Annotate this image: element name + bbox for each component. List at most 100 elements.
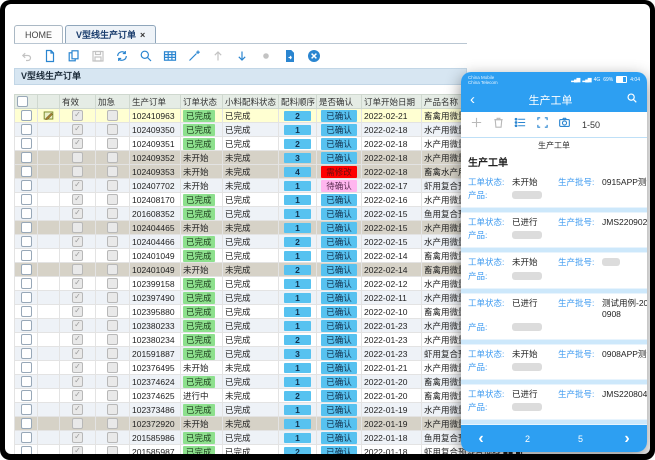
work-order-item[interactable]: 工单状态:已进行生产批号:测试用例-20220908产品: bbox=[461, 294, 647, 339]
row-checkbox[interactable] bbox=[21, 390, 32, 401]
row-checkbox[interactable] bbox=[21, 334, 32, 345]
row-checkbox[interactable] bbox=[21, 320, 32, 331]
valid-checkbox bbox=[72, 446, 83, 454]
row-checkbox[interactable] bbox=[21, 236, 32, 247]
close-circle-icon[interactable] bbox=[306, 49, 321, 64]
table-row[interactable]: 102374625进行中未完成2已确认2022-01-20畜禽用微量元素预混合饲… bbox=[15, 389, 523, 403]
batch-seq: 1 bbox=[279, 417, 317, 431]
table-row[interactable]: 201585987已完成已完成2已确认2022-01-18虾用复合预混合饲料 ■… bbox=[15, 445, 523, 455]
row-checkbox[interactable] bbox=[21, 446, 32, 454]
table-row[interactable]: 102409353未开始未完成4需修改2022-02-18畜禽水产用微量元素预混… bbox=[15, 165, 523, 179]
list-icon[interactable] bbox=[514, 116, 527, 134]
table-row[interactable]: 102407702未开始未完成1待确认2022-02-17虾用复合预混合饲料6号… bbox=[15, 179, 523, 193]
mobile-search-icon[interactable] bbox=[626, 91, 638, 109]
page-total[interactable]: 5 bbox=[554, 434, 607, 444]
column-header-5[interactable]: 小料配料状态 bbox=[223, 95, 279, 109]
urgent-checkbox bbox=[107, 348, 118, 359]
urgent-checkbox bbox=[107, 418, 118, 429]
plus-icon[interactable] bbox=[470, 116, 483, 134]
table-row[interactable]: 102374624已完成已完成1已确认2022-01-20畜禽用微量元素预混合饲… bbox=[15, 375, 523, 389]
table-row[interactable]: 201608352已完成已完成1已确认2022-02-15鱼用复合预混合饲料 ■… bbox=[15, 207, 523, 221]
column-header-4[interactable]: 订单状态 bbox=[181, 95, 223, 109]
row-checkbox[interactable] bbox=[21, 166, 32, 177]
table-row[interactable]: 102401049未开始未完成2已确认2022-02-14畜禽用微量元素预混合饲… bbox=[15, 263, 523, 277]
row-checkbox[interactable] bbox=[21, 376, 32, 387]
row-checkbox[interactable] bbox=[21, 250, 32, 261]
camera-icon[interactable] bbox=[558, 116, 571, 134]
confirm-status: 已确认 bbox=[317, 137, 362, 151]
table-row[interactable]: 102404465未开始未完成1已确认2022-02-15水产用微量元素预混合饲… bbox=[15, 221, 523, 235]
column-header-6[interactable]: 配料顺序 bbox=[279, 95, 317, 109]
filter-wand-icon[interactable] bbox=[186, 49, 201, 64]
row-checkbox[interactable] bbox=[21, 194, 32, 205]
work-order-list: 工单状态:未开始生产批号:0915APP测试产品: 工单状态:已进行生产批号:JM… bbox=[461, 173, 647, 441]
row-checkbox[interactable] bbox=[21, 278, 32, 289]
row-checkbox[interactable] bbox=[21, 362, 32, 373]
table-row[interactable]: 102395880已完成已完成1已确认2022-02-10畜禽用微量元素预混合饲… bbox=[15, 305, 523, 319]
scan-icon[interactable] bbox=[536, 116, 549, 134]
column-header-8[interactable]: 订单开始日期 bbox=[362, 95, 422, 109]
page-prev-icon[interactable]: ‹ bbox=[461, 430, 501, 448]
page-next-icon[interactable]: › bbox=[607, 430, 647, 448]
table-row[interactable]: 102380233已完成已完成1已确认2022-01-23水产用微量元素预混合饲… bbox=[15, 319, 523, 333]
table-row[interactable]: 102380234已完成已完成2已确认2022-01-23水产用微量元素预混合饲… bbox=[15, 333, 523, 347]
row-checkbox[interactable] bbox=[21, 348, 32, 359]
table-row[interactable]: 102397490已完成已完成1已确认2022-02-11水产用微量元素预混合饲… bbox=[15, 291, 523, 305]
blurred-product bbox=[512, 403, 542, 411]
trash-icon[interactable] bbox=[492, 116, 505, 134]
row-checkbox[interactable] bbox=[21, 110, 32, 121]
grid-icon[interactable] bbox=[162, 49, 177, 64]
row-checkbox[interactable] bbox=[21, 432, 32, 443]
page-current[interactable]: 2 bbox=[501, 434, 554, 444]
edit-row-icon[interactable] bbox=[43, 110, 54, 120]
tab-home[interactable]: HOME bbox=[14, 25, 63, 43]
order-status: 未开始 bbox=[181, 221, 223, 235]
column-header-1[interactable]: 有效 bbox=[60, 95, 96, 109]
confirm-status: 已确认 bbox=[317, 319, 362, 333]
select-all-checkbox[interactable] bbox=[17, 96, 28, 107]
new-doc-icon[interactable] bbox=[42, 49, 57, 64]
table-row[interactable]: 102409351已完成已完成2已确认2022-02-18水产用微量元素预混合饲… bbox=[15, 137, 523, 151]
row-checkbox[interactable] bbox=[21, 208, 32, 219]
work-order-item[interactable]: 工单状态:未开始生产批号:0915APP测试产品: bbox=[461, 173, 647, 207]
column-header-3[interactable]: 生产订单 bbox=[130, 95, 181, 109]
table-row[interactable]: 102409350已完成已完成1已确认2022-02-18水产用微量元素预混合饲… bbox=[15, 123, 523, 137]
copy-icon[interactable] bbox=[66, 49, 81, 64]
tab-close-icon[interactable]: × bbox=[140, 30, 145, 40]
work-order-item[interactable]: 工单状态:已进行生产批号:JMS220804产品: bbox=[461, 385, 647, 419]
refresh-icon[interactable] bbox=[114, 49, 129, 64]
work-order-item[interactable]: 工单状态:已进行生产批号:JMS220902产品: bbox=[461, 213, 647, 247]
row-checkbox[interactable] bbox=[21, 418, 32, 429]
urgent-checkbox bbox=[107, 334, 118, 345]
confirm-status: 已确认 bbox=[317, 207, 362, 221]
row-checkbox[interactable] bbox=[21, 292, 32, 303]
export-doc-icon[interactable] bbox=[282, 49, 297, 64]
row-checkbox[interactable] bbox=[21, 152, 32, 163]
table-row[interactable]: 102401049已完成已完成1已确认2022-02-14畜禽用微量元素预混合饲… bbox=[15, 249, 523, 263]
mobile-nav-bar: ‹ 生产工单 bbox=[461, 87, 647, 112]
table-row[interactable]: 102404466已完成已完成2已确认2022-02-15水产用微量元素预混合饲… bbox=[15, 235, 523, 249]
row-checkbox[interactable] bbox=[21, 138, 32, 149]
table-row[interactable]: 201591887已完成已完成3已确认2022-01-23虾用复合预混合饲料(9… bbox=[15, 347, 523, 361]
column-header-7[interactable]: 是否确认 bbox=[317, 95, 362, 109]
work-order-item[interactable]: 工单状态:未开始生产批号:0908APP测试产品: bbox=[461, 345, 647, 379]
table-row[interactable]: 102373486已完成已完成1已确认2022-01-19水产用微量元素预混合饲… bbox=[15, 403, 523, 417]
table-row[interactable]: 102408170已完成已完成1已确认2022-02-16水产用微量元素预混合饲… bbox=[15, 193, 523, 207]
search-icon[interactable] bbox=[138, 49, 153, 64]
table-row[interactable]: 102410963已完成已完成2已确认2022-02-21畜禽用微量元素预混合饲… bbox=[15, 109, 523, 123]
row-checkbox[interactable] bbox=[21, 264, 32, 275]
row-checkbox[interactable] bbox=[21, 404, 32, 415]
row-checkbox[interactable] bbox=[21, 222, 32, 233]
arrow-down-icon[interactable] bbox=[234, 49, 249, 64]
row-checkbox[interactable] bbox=[21, 124, 32, 135]
table-row[interactable]: 102376495未开始未完成1已确认2022-01-21水产用微量元素预混合饲… bbox=[15, 361, 523, 375]
row-checkbox[interactable] bbox=[21, 306, 32, 317]
work-order-item[interactable]: 工单状态:未开始生产批号:产品: bbox=[461, 253, 647, 288]
column-header-2[interactable]: 加急 bbox=[96, 95, 130, 109]
table-row[interactable]: 102399158已完成已完成1已确认2022-02-12水产用微量元素预混合饲… bbox=[15, 277, 523, 291]
tab-production-orders[interactable]: V型线生产订单 × bbox=[65, 25, 156, 43]
table-row[interactable]: 201585986已完成已完成1已确认2022-01-18鱼用复合预混合饲料 ■… bbox=[15, 431, 523, 445]
table-row[interactable]: 102372920未开始未完成1已确认2022-01-19水产用微量元素预混合饲… bbox=[15, 417, 523, 431]
table-row[interactable]: 102409352未开始未完成3已确认2022-02-18水产用微量元素预混合饲… bbox=[15, 151, 523, 165]
row-checkbox[interactable] bbox=[21, 180, 32, 191]
